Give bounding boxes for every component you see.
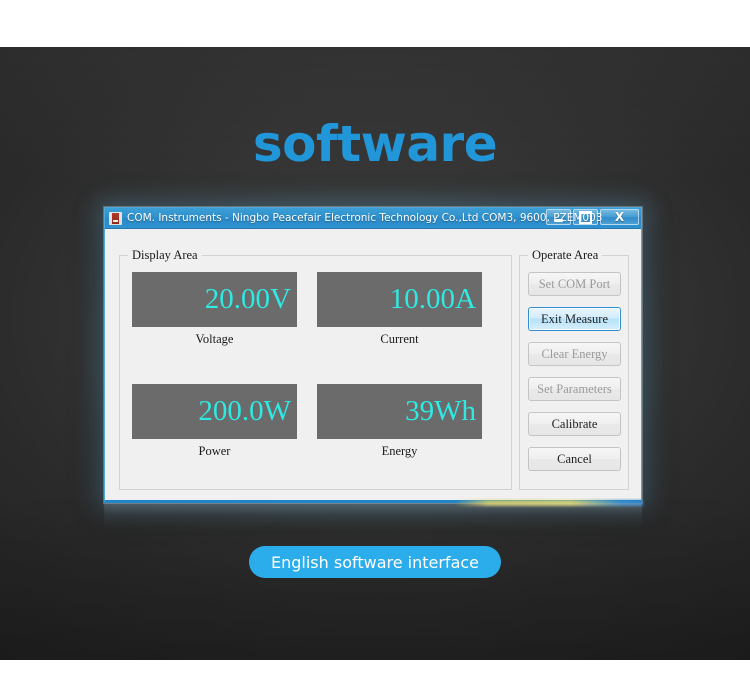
power-caption: Power [132, 444, 297, 459]
current-value: 10.00A [390, 285, 476, 314]
energy-caption: Energy [317, 444, 482, 459]
voltage-value: 20.00V [205, 285, 291, 314]
meter-voltage: 20.00V Voltage [132, 272, 297, 347]
exit-measure-button[interactable]: Exit Measure [528, 307, 621, 331]
clear-energy-button[interactable]: Clear Energy [528, 342, 621, 366]
calibrate-button[interactable]: Calibrate [528, 412, 621, 436]
maximize-icon [574, 210, 597, 224]
close-icon: X [601, 210, 638, 224]
minimize-icon [547, 210, 570, 224]
meter-current: 10.00A Current [317, 272, 482, 347]
cancel-button[interactable]: Cancel [528, 447, 621, 471]
energy-readout: 39Wh [317, 384, 482, 439]
window-body: Display Area 20.00V Voltage 10.00A Curre… [105, 229, 641, 500]
display-area-label: Display Area [128, 248, 202, 263]
operate-area-label: Operate Area [528, 248, 602, 263]
current-caption: Current [317, 332, 482, 347]
app-window: COM. Instruments - Ningbo Peacefair Elec… [104, 207, 642, 503]
operate-area-group: Operate Area Set COM Port Exit Measure C… [519, 255, 629, 490]
app-icon [109, 212, 122, 225]
caption-pill: English software interface [249, 546, 501, 578]
window-title-text: COM. Instruments - Ningbo Peacefair Elec… [127, 212, 602, 224]
maximize-button[interactable] [573, 209, 598, 225]
display-area-group: Display Area 20.00V Voltage 10.00A Curre… [119, 255, 512, 490]
power-readout: 200.0W [132, 384, 297, 439]
close-button[interactable]: X [600, 209, 639, 225]
page-title: software [0, 112, 750, 176]
current-readout: 10.00A [317, 272, 482, 327]
set-com-port-button[interactable]: Set COM Port [528, 272, 621, 296]
power-value: 200.0W [198, 397, 291, 426]
meter-energy: 39Wh Energy [317, 384, 482, 459]
window-titlebar[interactable]: COM. Instruments - Ningbo Peacefair Elec… [105, 208, 641, 229]
minimize-button[interactable] [546, 209, 571, 225]
meter-power: 200.0W Power [132, 384, 297, 459]
voltage-caption: Voltage [132, 332, 297, 347]
energy-value: 39Wh [405, 397, 476, 426]
window-controls: X [546, 209, 639, 225]
voltage-readout: 20.00V [132, 272, 297, 327]
poster-canvas: software COM. Instruments - Ningbo Peace… [0, 0, 750, 691]
set-parameters-button[interactable]: Set Parameters [528, 377, 621, 401]
